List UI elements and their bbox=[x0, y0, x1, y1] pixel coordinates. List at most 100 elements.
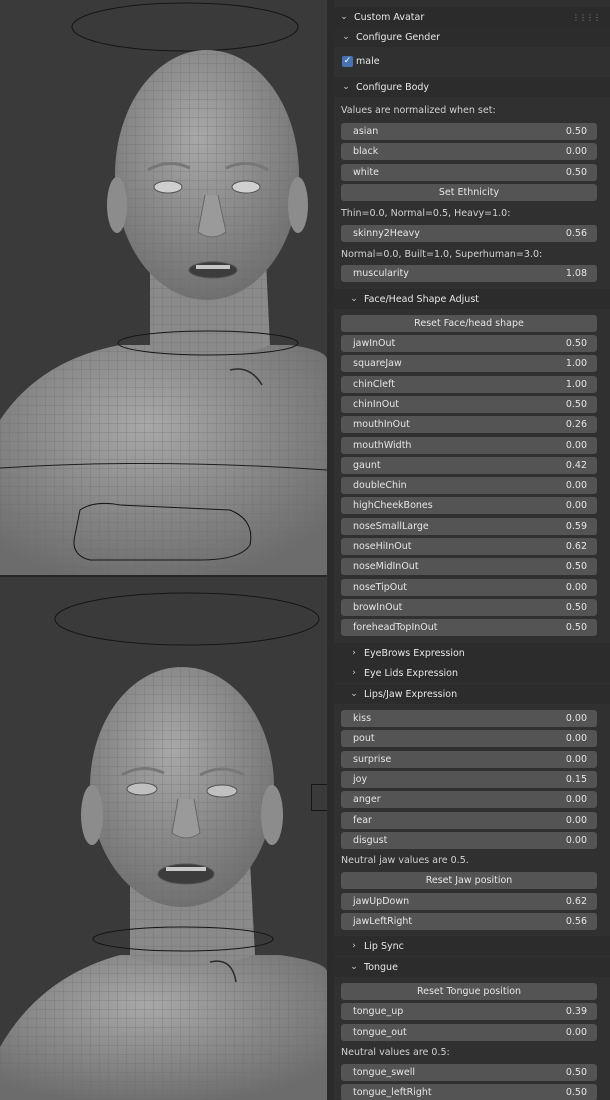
subpanel-header-lips-jaw-expression[interactable]: ⌄ Lips/Jaw Expression bbox=[334, 684, 610, 704]
slider-muscularity[interactable]: muscularity 1.08 bbox=[341, 265, 597, 282]
slider-value: 1.00 bbox=[565, 378, 587, 390]
set-ethnicity-button[interactable]: Set Ethnicity bbox=[341, 184, 597, 201]
slider-skinny2heavy[interactable]: skinny2Heavy 0.56 bbox=[341, 225, 597, 242]
viewport-bottom[interactable] bbox=[0, 577, 327, 1100]
slider-label: doubleChin bbox=[353, 480, 407, 492]
slider-value: 0.26 bbox=[565, 419, 587, 431]
slider-tongue-up[interactable]: tongue_up 0.39 bbox=[341, 1003, 597, 1020]
slider-jawleftright[interactable]: jawLeftRight 0.56 bbox=[341, 913, 597, 930]
slider-anger[interactable]: anger 0.00 bbox=[341, 791, 597, 809]
slider-surprise[interactable]: surprise 0.00 bbox=[341, 750, 597, 768]
drag-grip-icon[interactable]: ⋮⋮⋮⋮ bbox=[572, 13, 601, 22]
panel-header-custom-avatar[interactable]: ⌄ Custom Avatar ⋮⋮⋮⋮ bbox=[334, 7, 610, 27]
slider-value: 0.00 bbox=[565, 814, 587, 826]
slider-value: 0.00 bbox=[565, 581, 587, 593]
subpanel-header-tongue[interactable]: ⌄ Tongue bbox=[334, 957, 610, 977]
slider-nosetipout[interactable]: noseTipOut 0.00 bbox=[341, 578, 597, 596]
slider-label: jawInOut bbox=[353, 338, 396, 349]
subpanel-header-face-head-shape[interactable]: ⌄ Face/Head Shape Adjust bbox=[334, 289, 610, 309]
subpanel-header-configure-gender[interactable]: ⌄ Configure Gender bbox=[334, 27, 610, 47]
subpanel-header-configure-body[interactable]: ⌄ Configure Body bbox=[334, 77, 610, 97]
slider-jawupdown[interactable]: jawUpDown 0.62 bbox=[341, 893, 597, 910]
slider-label: noseMidInOut bbox=[353, 561, 419, 573]
male-checkbox-label[interactable]: male bbox=[356, 56, 380, 67]
slider-disgust[interactable]: disgust 0.00 bbox=[341, 831, 597, 849]
slider-foreheadtopinout[interactable]: foreheadTopInOut 0.50 bbox=[341, 619, 597, 637]
slider-label: mouthWidth bbox=[353, 439, 412, 451]
slider-value: 0.50 bbox=[565, 1087, 587, 1098]
slider-label: muscularity bbox=[353, 268, 409, 279]
slider-label: noseTipOut bbox=[353, 581, 408, 593]
reset-face-head-shape-button[interactable]: Reset Face/head shape bbox=[341, 315, 597, 332]
muscle-note: Normal=0.0, Built=1.0, Superhuman=3.0: bbox=[341, 249, 543, 260]
reset-tongue-position-button[interactable]: Reset Tongue position bbox=[341, 983, 597, 1000]
slider-label: pout bbox=[353, 733, 375, 745]
slider-label: asian bbox=[353, 126, 379, 137]
slider-doublechin[interactable]: doubleChin 0.00 bbox=[341, 477, 597, 495]
viewport-top[interactable] bbox=[0, 0, 327, 575]
slider-mouthinout[interactable]: mouthInOut 0.26 bbox=[341, 416, 597, 434]
subpanel-title: Configure Gender bbox=[356, 31, 441, 43]
slider-pout[interactable]: pout 0.00 bbox=[341, 730, 597, 748]
slider-asian[interactable]: asian 0.50 bbox=[341, 123, 597, 140]
slider-squarejaw[interactable]: squareJaw 1.00 bbox=[341, 355, 597, 373]
slider-jawinout[interactable]: jawInOut 0.50 bbox=[341, 335, 597, 352]
slider-chininout[interactable]: chinInOut 0.50 bbox=[341, 395, 597, 413]
subpanel-title: Tongue bbox=[364, 961, 398, 973]
slider-gaunt[interactable]: gaunt 0.42 bbox=[341, 456, 597, 474]
slider-value: 0.50 bbox=[565, 126, 587, 137]
panel-title: Custom Avatar bbox=[354, 11, 425, 23]
chevron-down-icon: ⌄ bbox=[340, 12, 348, 22]
checkmark-icon: ✓ bbox=[343, 56, 352, 66]
slider-tongue-swell[interactable]: tongue_swell 0.50 bbox=[341, 1064, 597, 1081]
subpanel-title: Lip Sync bbox=[364, 940, 404, 952]
chevron-down-icon: ⌄ bbox=[342, 82, 350, 92]
male-checkbox[interactable]: ✓ bbox=[342, 56, 353, 67]
slider-label: chinCleft bbox=[353, 378, 395, 390]
jaw-note: Neutral jaw values are 0.5. bbox=[341, 855, 469, 866]
slider-value: 0.50 bbox=[565, 338, 587, 349]
slider-highcheekbones[interactable]: highCheekBones 0.00 bbox=[341, 497, 597, 515]
slider-label: tongue_out bbox=[353, 1027, 407, 1038]
slider-value: 0.00 bbox=[565, 1027, 587, 1038]
slider-tongue-out[interactable]: tongue_out 0.00 bbox=[341, 1024, 597, 1041]
subpanel-header-eye-lids-expression[interactable]: › Eye Lids Expression bbox=[334, 663, 610, 683]
slider-nosesmalllarge[interactable]: noseSmallLarge 0.59 bbox=[341, 517, 597, 535]
slider-label: chinInOut bbox=[353, 398, 399, 410]
chevron-right-icon: › bbox=[352, 668, 356, 678]
slider-browinout[interactable]: browInOut 0.50 bbox=[341, 598, 597, 616]
slider-kiss[interactable]: kiss 0.00 bbox=[341, 710, 597, 727]
normalized-note: Values are normalized when set: bbox=[341, 105, 496, 116]
slider-value: 0.39 bbox=[565, 1006, 587, 1017]
slider-fear[interactable]: fear 0.00 bbox=[341, 811, 597, 829]
slider-value: 0.59 bbox=[565, 520, 587, 532]
slider-black[interactable]: black 0.00 bbox=[341, 143, 597, 160]
slider-nosemidinout[interactable]: noseMidInOut 0.50 bbox=[341, 558, 597, 576]
slider-value: 0.50 bbox=[565, 561, 587, 573]
subpanel-header-lip-sync[interactable]: › Lip Sync bbox=[334, 936, 610, 956]
slider-value: 0.00 bbox=[565, 834, 587, 846]
chevron-right-icon: › bbox=[352, 648, 356, 658]
slider-value: 0.00 bbox=[565, 733, 587, 745]
slider-value: 0.50 bbox=[565, 398, 587, 410]
slider-value: 0.56 bbox=[565, 916, 587, 927]
slider-label: white bbox=[353, 167, 379, 178]
slider-tongue-leftright[interactable]: tongue_leftRight 0.50 bbox=[341, 1084, 597, 1100]
subpanel-header-eyebrows-expression[interactable]: › EyeBrows Expression bbox=[334, 643, 610, 663]
panel-divider[interactable] bbox=[327, 0, 334, 1100]
chevron-right-icon: › bbox=[352, 941, 356, 951]
slider-nosehiinout[interactable]: noseHiInOut 0.62 bbox=[341, 538, 597, 555]
slider-chincleft[interactable]: chinCleft 1.00 bbox=[341, 375, 597, 393]
slider-value: 0.00 bbox=[565, 480, 587, 492]
slider-white[interactable]: white 0.50 bbox=[341, 164, 597, 181]
slider-value: 0.50 bbox=[565, 1067, 587, 1078]
reset-jaw-position-button[interactable]: Reset Jaw position bbox=[341, 872, 597, 889]
slider-value: 0.50 bbox=[565, 622, 587, 634]
slider-mouthwidth[interactable]: mouthWidth 0.00 bbox=[341, 436, 597, 454]
slider-value: 0.56 bbox=[565, 228, 587, 239]
custom-avatar-panel: ⌄ Custom Avatar ⋮⋮⋮⋮ ⌄ Configure Gender … bbox=[334, 0, 610, 1100]
slider-joy[interactable]: joy 0.15 bbox=[341, 770, 597, 788]
chevron-down-icon: ⌄ bbox=[342, 32, 350, 42]
chevron-down-icon: ⌄ bbox=[350, 962, 358, 972]
viewport-overlay-box bbox=[311, 784, 327, 811]
